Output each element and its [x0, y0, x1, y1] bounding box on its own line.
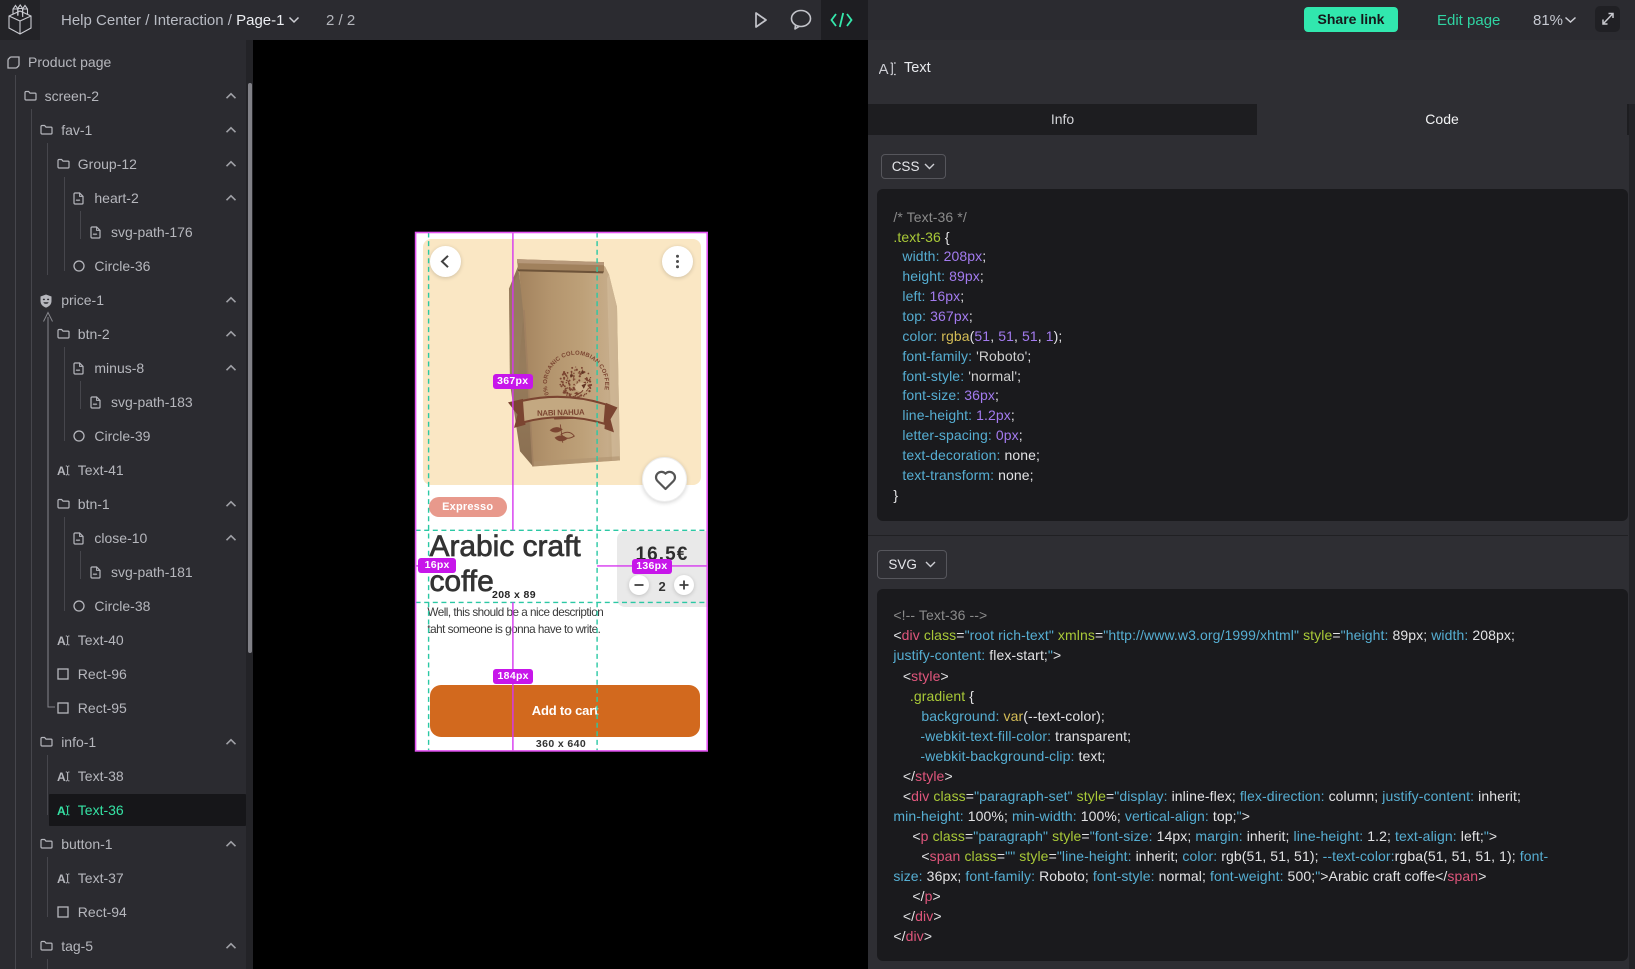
svg-text:A: A — [879, 61, 889, 77]
svg-text:A: A — [57, 872, 66, 885]
svg-text:NABI NAHUA: NABI NAHUA — [537, 408, 585, 418]
svg-text:A: A — [57, 634, 66, 647]
svg-text:A: A — [57, 804, 66, 817]
svg-text:A: A — [57, 464, 66, 477]
svg-text:A: A — [57, 770, 66, 783]
